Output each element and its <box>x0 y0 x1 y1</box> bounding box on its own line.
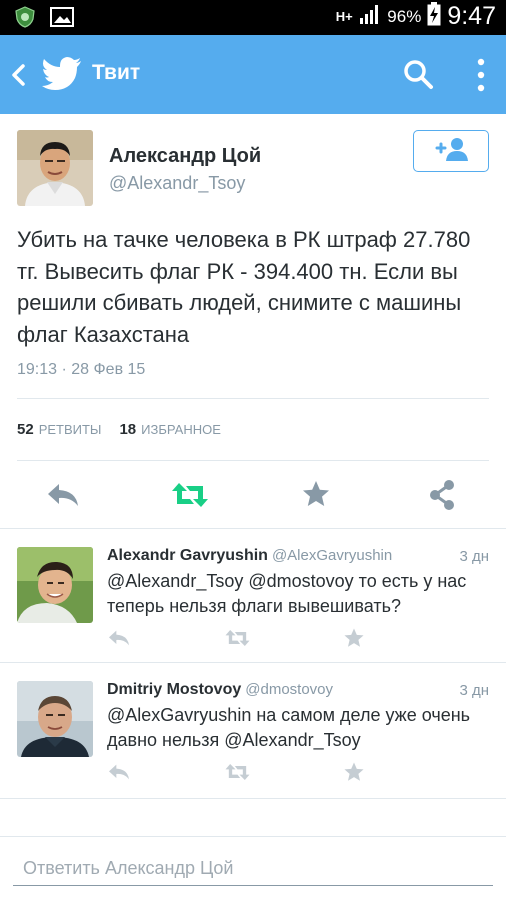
tweet-text: Убить на тачке человека в РК штраф 27.78… <box>17 227 471 347</box>
author-name[interactable]: Александр Цой <box>109 145 261 168</box>
tweet-stats: 52 РЕТВИТЫ 18 ИЗБРАННОЕ <box>17 421 221 438</box>
retweet-icon[interactable] <box>224 628 251 653</box>
divider <box>0 662 506 663</box>
reply-text: @AlexGavryushin на самом деле уже очень … <box>107 705 471 750</box>
signal-icon <box>359 3 381 30</box>
battery-percent: 96% <box>387 6 422 26</box>
reply-author[interactable]: Alexandr Gavryushin @AlexGavryushin <box>107 547 392 565</box>
favorite-icon[interactable] <box>301 479 331 514</box>
retweets-label[interactable]: РЕТВИТЫ <box>39 422 102 437</box>
reply-author[interactable]: Dmitriy Mostovoy @dmostovoy <box>107 681 333 699</box>
clock: 9:47 <box>447 2 496 30</box>
reply-author-handle[interactable]: @AlexGavryushin <box>272 547 392 564</box>
follow-button[interactable] <box>413 130 489 172</box>
reply-avatar[interactable] <box>17 547 93 623</box>
favorite-icon[interactable] <box>343 627 365 654</box>
page-title: Твит <box>92 61 141 84</box>
battery-charging-icon <box>427 2 441 31</box>
reply-icon[interactable] <box>107 762 131 787</box>
retweet-icon[interactable] <box>224 762 251 787</box>
author-avatar[interactable] <box>17 130 93 206</box>
favorites-count[interactable]: 18 <box>119 421 136 438</box>
reply-avatar[interactable] <box>17 681 93 757</box>
reply-author-handle[interactable]: @dmostovoy <box>245 681 333 698</box>
reply-icon[interactable] <box>45 480 81 515</box>
reply-author-name[interactable]: Alexandr Gavryushin <box>107 547 268 564</box>
author-handle[interactable]: @Alexandr_Tsoy <box>109 173 245 194</box>
more-options-icon[interactable] <box>466 55 496 95</box>
divider <box>17 398 489 399</box>
twitter-bird-icon <box>42 57 82 91</box>
share-icon[interactable] <box>427 479 457 516</box>
gallery-icon <box>50 7 74 32</box>
tweet-timestamp: 19:13 · 28 Фев 15 <box>17 361 146 378</box>
favorite-icon[interactable] <box>343 761 365 788</box>
search-icon[interactable] <box>400 57 436 93</box>
reply-author-name[interactable]: Dmitriy Mostovoy <box>107 681 241 698</box>
reply-icon[interactable] <box>107 628 131 653</box>
favorites-label[interactable]: ИЗБРАННОЕ <box>141 422 221 437</box>
divider <box>0 798 506 799</box>
status-bar: H+ 96% 9:47 <box>0 0 506 35</box>
divider <box>17 460 489 461</box>
app-bar: Твит <box>0 35 506 114</box>
add-user-icon <box>432 136 470 167</box>
network-type: H+ <box>335 8 353 24</box>
retweet-icon[interactable] <box>170 480 210 515</box>
divider <box>0 528 506 529</box>
shield-app-icon <box>14 6 36 33</box>
reply-time: 3 дн <box>459 548 489 565</box>
reply-input[interactable] <box>13 848 493 889</box>
back-icon[interactable] <box>8 61 30 89</box>
reply-compose <box>13 848 493 889</box>
retweets-count[interactable]: 52 <box>17 421 34 438</box>
divider <box>0 836 506 837</box>
reply-time: 3 дн <box>459 682 489 699</box>
reply-text: @Alexandr_Tsoy @dmostovoy то есть у нас … <box>107 571 467 616</box>
